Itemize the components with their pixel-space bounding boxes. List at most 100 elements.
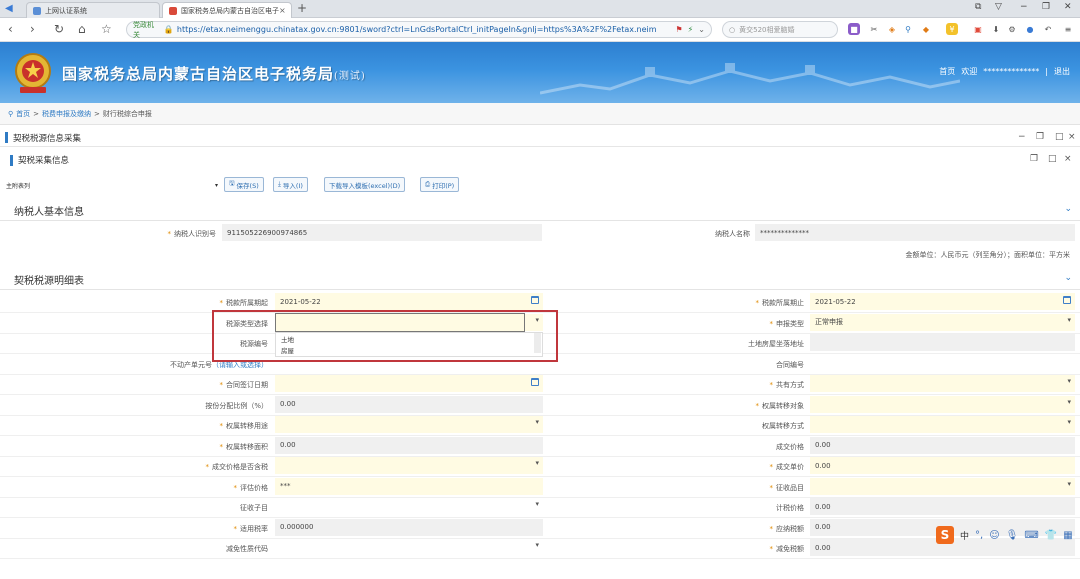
browser-logo-icon[interactable]: ◀ bbox=[5, 3, 13, 14]
download-template-button[interactable]: 下载导入模板(excel)(D) bbox=[324, 177, 406, 192]
select-field[interactable]: ▾ bbox=[810, 395, 1075, 413]
import-button[interactable]: ⤓ 导入(I) bbox=[273, 177, 308, 192]
tab-list-icon[interactable]: ⧉ bbox=[975, 2, 981, 12]
close-panel-icon[interactable]: × bbox=[1068, 132, 1076, 142]
close-window-icon[interactable]: ✕ bbox=[1064, 2, 1072, 12]
undo-icon[interactable]: ↶ bbox=[1042, 23, 1054, 35]
caret-down-icon[interactable]: ▾ bbox=[535, 541, 539, 549]
account-icon[interactable]: ● bbox=[1024, 23, 1036, 35]
date-field[interactable] bbox=[275, 375, 543, 392]
game-icon[interactable]: ◆ bbox=[920, 23, 932, 35]
select-field[interactable]: ▾ bbox=[275, 539, 543, 556]
page-icon bbox=[33, 6, 41, 15]
ime-language-toggle[interactable]: 中 bbox=[960, 529, 969, 542]
caret-down-icon[interactable]: ▾ bbox=[535, 418, 539, 426]
collapse-chevron-icon[interactable]: ⌄ bbox=[1064, 273, 1072, 283]
calendar-icon[interactable] bbox=[531, 378, 539, 386]
zoom-icon[interactable]: ⚲ bbox=[902, 23, 914, 35]
wallet-icon[interactable]: ¥ bbox=[946, 23, 958, 35]
field-label-text: 合同编号 bbox=[776, 360, 804, 369]
main-table-select-value: 主附表列 bbox=[6, 182, 31, 190]
tab-etax[interactable]: 国家税务总局内蒙古自治区电子 × bbox=[162, 2, 292, 18]
caret-down-icon[interactable]: ▾ bbox=[1067, 398, 1071, 406]
url-field[interactable]: 党政机关 🔒 https://etax.neimenggu.chinatax.g… bbox=[126, 21, 712, 39]
bookmark-star-icon[interactable]: ☆ bbox=[101, 22, 112, 36]
close-tab-icon[interactable]: × bbox=[279, 6, 286, 15]
grid-menu-icon[interactable]: ▦ bbox=[1063, 530, 1072, 541]
chevron-down-icon[interactable]: ⌄ bbox=[698, 25, 705, 34]
home-link[interactable]: 首页 bbox=[939, 66, 955, 77]
breadcrumb-home[interactable]: 首页 bbox=[16, 109, 30, 119]
caret-down-icon[interactable]: ▾ bbox=[1067, 377, 1071, 385]
maximize-panel-icon[interactable]: □ bbox=[1055, 132, 1064, 142]
scissors-icon[interactable]: ✂ bbox=[868, 23, 880, 35]
punctuation-icon[interactable]: °, bbox=[975, 530, 983, 541]
input-field[interactable]: 0.00 bbox=[810, 457, 1075, 474]
home-icon[interactable]: ⌂ bbox=[78, 22, 86, 36]
date-field[interactable]: 2021-05-22 bbox=[275, 293, 543, 310]
refresh-icon[interactable]: ↻ bbox=[54, 22, 64, 36]
tab-auth[interactable]: 上网认证系统 bbox=[26, 2, 160, 18]
scan-icon[interactable]: ▣ bbox=[972, 23, 984, 35]
save-button-label: 保存(S) bbox=[236, 181, 259, 190]
date-field[interactable]: 2021-05-22 bbox=[810, 293, 1075, 310]
calendar-icon[interactable] bbox=[531, 296, 539, 304]
select-field[interactable]: 正常申报 ▾ bbox=[810, 313, 1075, 331]
address-bar-row: ‹ › ↻ ⌂ ☆ 党政机关 🔒 https://etax.neimenggu.… bbox=[0, 18, 1080, 42]
calendar-icon[interactable] bbox=[1063, 296, 1071, 304]
translate-icon[interactable]: ◈ bbox=[886, 23, 898, 35]
taxpayer-name-label: 纳税人名称 bbox=[715, 230, 750, 238]
field-label-text: 申报类型 bbox=[776, 319, 804, 328]
microphone-icon[interactable]: 🎙 bbox=[1006, 530, 1019, 541]
settings-icon[interactable]: ⚙ bbox=[1006, 23, 1018, 35]
close-panel-icon[interactable]: × bbox=[1064, 154, 1072, 164]
minimize-panel-icon[interactable]: − bbox=[1018, 132, 1026, 142]
select-field[interactable]: ▾ bbox=[810, 416, 1075, 433]
download-icon[interactable]: ⬇ bbox=[990, 23, 1002, 35]
save-button[interactable]: 🖫 保存(S) bbox=[224, 177, 264, 192]
skin-icon[interactable]: 👕 bbox=[1045, 530, 1057, 541]
select-field[interactable]: ▾ bbox=[810, 375, 1075, 392]
extension-icon[interactable]: ■ bbox=[848, 23, 860, 35]
select-field[interactable]: ▾ bbox=[275, 416, 543, 433]
shirt-icon[interactable]: ▽ bbox=[995, 2, 1002, 12]
keyboard-icon[interactable]: ⌨ bbox=[1024, 530, 1038, 541]
main-table-select[interactable]: 主附表列 ▾ bbox=[6, 178, 220, 192]
back-icon[interactable]: ‹ bbox=[8, 22, 13, 36]
menu-icon[interactable]: ≡ bbox=[1062, 23, 1074, 35]
lightning-icon[interactable]: ⚡ bbox=[688, 25, 694, 34]
caret-down-icon[interactable]: ▾ bbox=[535, 500, 539, 508]
ime-logo-icon[interactable]: S bbox=[936, 526, 954, 544]
caret-down-icon[interactable]: ▾ bbox=[535, 459, 539, 467]
logout-link[interactable]: 退出 bbox=[1054, 66, 1070, 77]
units-note: 金额单位：人民币元（列至角分）；面积单位：平方米 bbox=[905, 251, 1071, 259]
restore-panel-icon[interactable]: ❐ bbox=[1036, 132, 1044, 142]
print-button[interactable]: ⎙ 打印(P) bbox=[420, 177, 460, 192]
reader-icon[interactable]: ⚑ bbox=[676, 25, 683, 34]
search-input[interactable]: ○ 黄交520相爱脑婚 bbox=[722, 21, 838, 38]
minimize-icon[interactable]: − bbox=[1020, 2, 1028, 12]
field-value: 0.00 bbox=[280, 400, 296, 408]
field-label-text: 征收子目 bbox=[240, 504, 268, 512]
new-tab-button[interactable]: + bbox=[297, 1, 307, 15]
select-field[interactable]: ▾ bbox=[275, 498, 543, 515]
caret-down-icon[interactable]: ▾ bbox=[1067, 418, 1071, 426]
field-value: 2021-05-22 bbox=[815, 297, 856, 306]
import-button-label: 导入(I) bbox=[282, 181, 303, 190]
restore-panel-icon[interactable]: ❐ bbox=[1030, 154, 1038, 164]
maximize-panel-icon[interactable]: □ bbox=[1048, 154, 1057, 164]
input-field[interactable] bbox=[810, 354, 1075, 372]
forward-icon[interactable]: › bbox=[30, 22, 35, 36]
caret-down-icon[interactable]: ▾ bbox=[1067, 316, 1071, 324]
print-icon: ⎙ bbox=[425, 180, 431, 188]
input-field[interactable]: *** bbox=[275, 477, 543, 495]
emoji-icon[interactable]: ☺ bbox=[989, 530, 999, 541]
select-field[interactable]: ▾ bbox=[275, 457, 543, 474]
collapse-chevron-icon[interactable]: ⌄ bbox=[1064, 204, 1072, 214]
field-label-text: 不动产单元号 bbox=[170, 360, 212, 369]
breadcrumb-tax-declaration[interactable]: 税费申报及缴纳 bbox=[42, 109, 91, 119]
restore-icon[interactable]: ❐ bbox=[1042, 2, 1050, 12]
caret-down-icon[interactable]: ▾ bbox=[1067, 480, 1071, 488]
select-field[interactable]: ▾ bbox=[810, 477, 1075, 495]
outer-panel-header: 契税税源信息采集 − ❐ □ × bbox=[0, 129, 1080, 147]
